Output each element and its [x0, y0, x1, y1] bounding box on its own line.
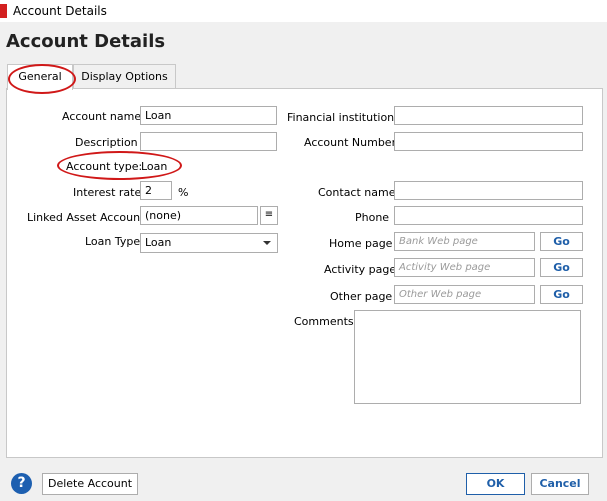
linked-asset-field: (none)	[140, 206, 258, 225]
title-bar: Account Details	[0, 0, 607, 22]
chevron-down-icon	[263, 241, 271, 245]
activity-page-label: Activity page	[324, 263, 397, 276]
tab-display-options[interactable]: Display Options	[73, 64, 176, 89]
description-label: Description	[75, 136, 138, 149]
account-name-label: Account name	[62, 110, 142, 123]
app-icon	[0, 4, 7, 18]
description-field[interactable]	[140, 132, 277, 151]
cancel-button[interactable]: Cancel	[531, 473, 589, 495]
interest-rate-field[interactable]: 2	[140, 181, 172, 200]
loan-type-value: Loan	[145, 236, 172, 249]
linked-asset-picker-button[interactable]: ≡	[260, 206, 278, 225]
account-number-label: Account Number	[304, 136, 397, 149]
home-page-field[interactable]: Bank Web page	[394, 232, 535, 251]
general-tab-annotation	[8, 64, 76, 94]
other-page-go-button[interactable]: Go	[540, 285, 583, 304]
home-page-label: Home page	[329, 237, 393, 250]
contact-name-field[interactable]	[394, 181, 583, 200]
activity-page-go-button[interactable]: Go	[540, 258, 583, 277]
contact-name-label: Contact name	[318, 186, 396, 199]
delete-account-button[interactable]: Delete Account	[42, 473, 138, 495]
activity-page-field[interactable]: Activity Web page	[394, 258, 535, 277]
linked-asset-label: Linked Asset Account	[27, 211, 145, 224]
phone-label: Phone	[355, 211, 390, 224]
account-name-field[interactable]: Loan	[140, 106, 277, 125]
ok-button[interactable]: OK	[466, 473, 525, 495]
account-type-annotation	[57, 151, 182, 180]
home-page-go-button[interactable]: Go	[540, 232, 583, 251]
comments-label: Comments	[294, 315, 354, 328]
phone-field[interactable]	[394, 206, 583, 225]
other-page-label: Other page	[330, 290, 393, 303]
other-page-field[interactable]: Other Web page	[394, 285, 535, 304]
percent-sign: %	[178, 186, 189, 199]
account-number-field[interactable]	[394, 132, 583, 151]
help-icon[interactable]: ?	[11, 473, 32, 494]
window-title: Account Details	[13, 4, 107, 18]
financial-institution-label: Financial institution	[287, 111, 395, 124]
interest-rate-label: Interest rate	[73, 186, 142, 199]
financial-institution-field[interactable]	[394, 106, 583, 125]
page-title: Account Details	[6, 31, 166, 52]
tab-display-options-label: Display Options	[81, 70, 168, 83]
loan-type-select[interactable]: Loan	[140, 233, 278, 253]
loan-type-label: Loan Type	[85, 235, 141, 248]
comments-textarea[interactable]	[354, 310, 581, 404]
